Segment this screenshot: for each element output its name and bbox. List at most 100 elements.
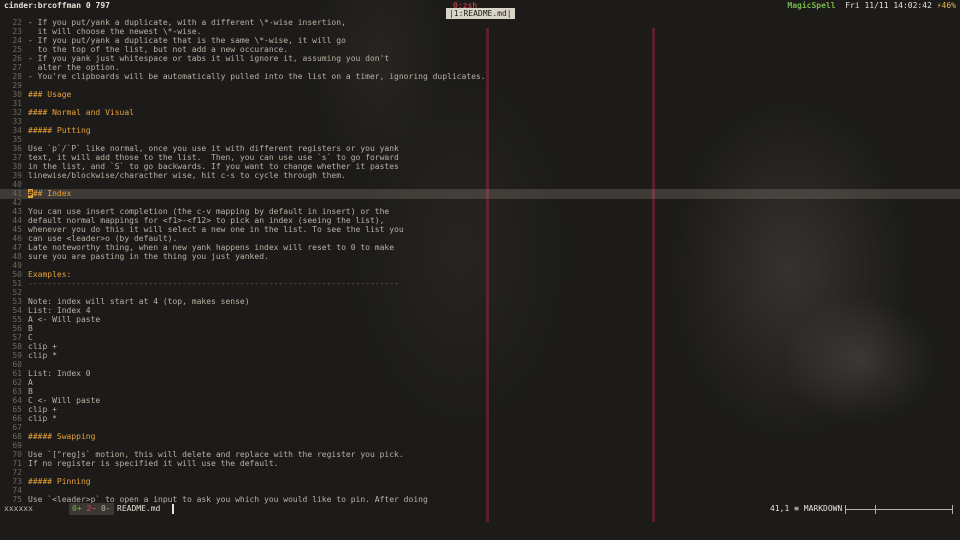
buffer-line[interactable]: 71 If no register is specified it will us… (0, 459, 960, 468)
line-number: 42 (12, 198, 22, 207)
line-text: Use `["reg]s` motion, this will delete a… (28, 450, 404, 459)
line-number: 29 (12, 81, 22, 90)
line-text: in the list, and `S` to go backwards. If… (28, 162, 399, 171)
buffer-line[interactable]: 60 (0, 360, 960, 369)
filename: README.md (117, 504, 161, 513)
line-number: 52 (12, 288, 22, 297)
buffer-line[interactable]: 46 can use <leader>o (by default). (0, 234, 960, 243)
buffer-line[interactable]: 65 clip + (0, 405, 960, 414)
buffer-line[interactable]: 57 C (0, 333, 960, 342)
buffer-line[interactable]: 25 to the top of the list, but not add a… (0, 45, 960, 54)
buffer-line[interactable]: 55 A <- Will paste (0, 315, 960, 324)
buffer-line[interactable]: 22 - If you put/yank a duplicate, with a … (0, 18, 960, 27)
line-number: 53 (12, 297, 22, 306)
line-number: 56 (12, 324, 22, 333)
buffer-line[interactable]: 69 (0, 441, 960, 450)
buffer-line[interactable]: 68 ##### Swapping (0, 432, 960, 441)
vim-statusline: xxxxxx 0+ 2~ 0- README.md 41,1 ≡ MARKDOW… (0, 503, 960, 515)
buffer-line[interactable]: 58 clip + (0, 342, 960, 351)
editor-buffer[interactable]: 22 - If you put/yank a duplicate, with a … (0, 18, 960, 522)
line-text: alter the option. (28, 63, 120, 72)
line-text: Late noteworthy thing, when a new yank h… (28, 243, 395, 252)
buffer-line[interactable]: 23 it will choose the newest \*-wise. (0, 27, 960, 36)
buffer-line[interactable]: 50 Examples: (0, 270, 960, 279)
buffer-line[interactable]: 24 - If you put/yank a duplicate that is … (0, 36, 960, 45)
buffer-line[interactable]: 61 List: Index 0 (0, 369, 960, 378)
buffer-line[interactable]: 34 ##### Putting (0, 126, 960, 135)
line-text: to the top of the list, but not add a ne… (28, 45, 289, 54)
line-number: 72 (12, 468, 22, 477)
line-text: A (28, 378, 33, 387)
buffer-line[interactable]: 42 (0, 198, 960, 207)
buffer-line[interactable]: 51 --------------------------------------… (0, 279, 960, 288)
line-number: 34 (12, 126, 22, 135)
line-text: ##### Pinning (28, 477, 91, 486)
buffer-line[interactable]: 56 B (0, 324, 960, 333)
line-number: 41 (12, 189, 22, 198)
buffer-line[interactable]: 52 (0, 288, 960, 297)
buffer-line[interactable]: 49 (0, 261, 960, 270)
buffer-line[interactable]: 67 (0, 423, 960, 432)
buffer-line[interactable]: 30 ### Usage (0, 90, 960, 99)
line-number: 33 (12, 117, 22, 126)
buffer-line[interactable]: 33 (0, 117, 960, 126)
line-number: 45 (12, 225, 22, 234)
buffer-line[interactable]: 66 clip * (0, 414, 960, 423)
line-number: 31 (12, 99, 22, 108)
line-text: ### Usage (28, 90, 72, 99)
buffer-line[interactable]: 39 linewise/blockwise/characther wise, hi… (0, 171, 960, 180)
line-text: List: Index 0 (28, 369, 91, 378)
line-number: 39 (12, 171, 22, 180)
git-added: 0+ (72, 504, 82, 513)
line-number: 35 (12, 135, 22, 144)
line-number: 28 (12, 72, 22, 81)
buffer-line[interactable]: 74 (0, 486, 960, 495)
buffer-line[interactable]: 28 - You're clipboards will be automatica… (0, 72, 960, 81)
clock: Fri 11/11 14:02:42 (845, 1, 932, 10)
buffer-line[interactable]: 45 whenever you do this it will select a … (0, 225, 960, 234)
buffer-line[interactable]: 70 Use `["reg]s` motion, this will delete… (0, 450, 960, 459)
line-text: Examples: (28, 270, 72, 279)
buffer-line[interactable]: 32 #### Normal and Visual (0, 108, 960, 117)
buffer-line[interactable]: 59 clip * (0, 351, 960, 360)
line-text: - If you yank just whitespace or tabs it… (28, 54, 390, 63)
buffer-line[interactable]: 38 in the list, and `S` to go backwards. … (0, 162, 960, 171)
buffer-line[interactable]: 35 (0, 135, 960, 144)
buffer-line[interactable]: 54 List: Index 4 (0, 306, 960, 315)
buffer-line[interactable]: 37 text, it will add those to the list. T… (0, 153, 960, 162)
buffer-line[interactable]: 62 A (0, 378, 960, 387)
buffer-line[interactable]: 31 (0, 99, 960, 108)
git-modified: 0- (100, 504, 111, 513)
cursor-position: 41,1 ≡ MARKDOWN (770, 503, 842, 515)
line-number: 58 (12, 342, 22, 351)
line-text: Note: index will start at 4 (top, makes … (28, 297, 250, 306)
buffer-line[interactable]: 29 (0, 81, 960, 90)
buffer-line[interactable]: 36 Use `p`/`P` like normal, once you use … (0, 144, 960, 153)
line-number: 46 (12, 234, 22, 243)
line-number: 63 (12, 387, 22, 396)
line-text: B (28, 324, 33, 333)
buffer-line[interactable]: 64 C <- Will paste (0, 396, 960, 405)
buffer-line[interactable]: 26 - If you yank just whitespace or tabs … (0, 54, 960, 63)
buffer-line[interactable]: 43 You can use insert completion (the c-v… (0, 207, 960, 216)
buffer-line[interactable]: 40 (0, 180, 960, 189)
line-text: - You're clipboards will be automaticall… (28, 72, 486, 81)
buffer-line[interactable]: 63 B (0, 387, 960, 396)
line-text: ----------------------------------------… (28, 279, 399, 288)
line-number: 60 (12, 360, 22, 369)
tmux-session: cinder:brcoffman 0 797 (4, 1, 110, 10)
buffer-line[interactable]: 73 ##### Pinning (0, 477, 960, 486)
line-number: 74 (12, 486, 22, 495)
buffer-line[interactable]: 47 Late noteworthy thing, when a new yank… (0, 243, 960, 252)
line-text: C (28, 333, 33, 342)
buffer-line[interactable]: 27 alter the option. (0, 63, 960, 72)
line-number: 50 (12, 270, 22, 279)
line-text: can use <leader>o (by default). (28, 234, 178, 243)
line-number: 37 (12, 153, 22, 162)
buffer-line[interactable]: 72 (0, 468, 960, 477)
buffer-line[interactable]: 53 Note: index will start at 4 (top, make… (0, 297, 960, 306)
line-number: 69 (12, 441, 22, 450)
buffer-line[interactable]: 48 sure you are pasting in the thing you … (0, 252, 960, 261)
line-text: sure you are pasting in the thing you ju… (28, 252, 269, 261)
buffer-line[interactable]: 44 default normal mappings for <f1>-<f12>… (0, 216, 960, 225)
